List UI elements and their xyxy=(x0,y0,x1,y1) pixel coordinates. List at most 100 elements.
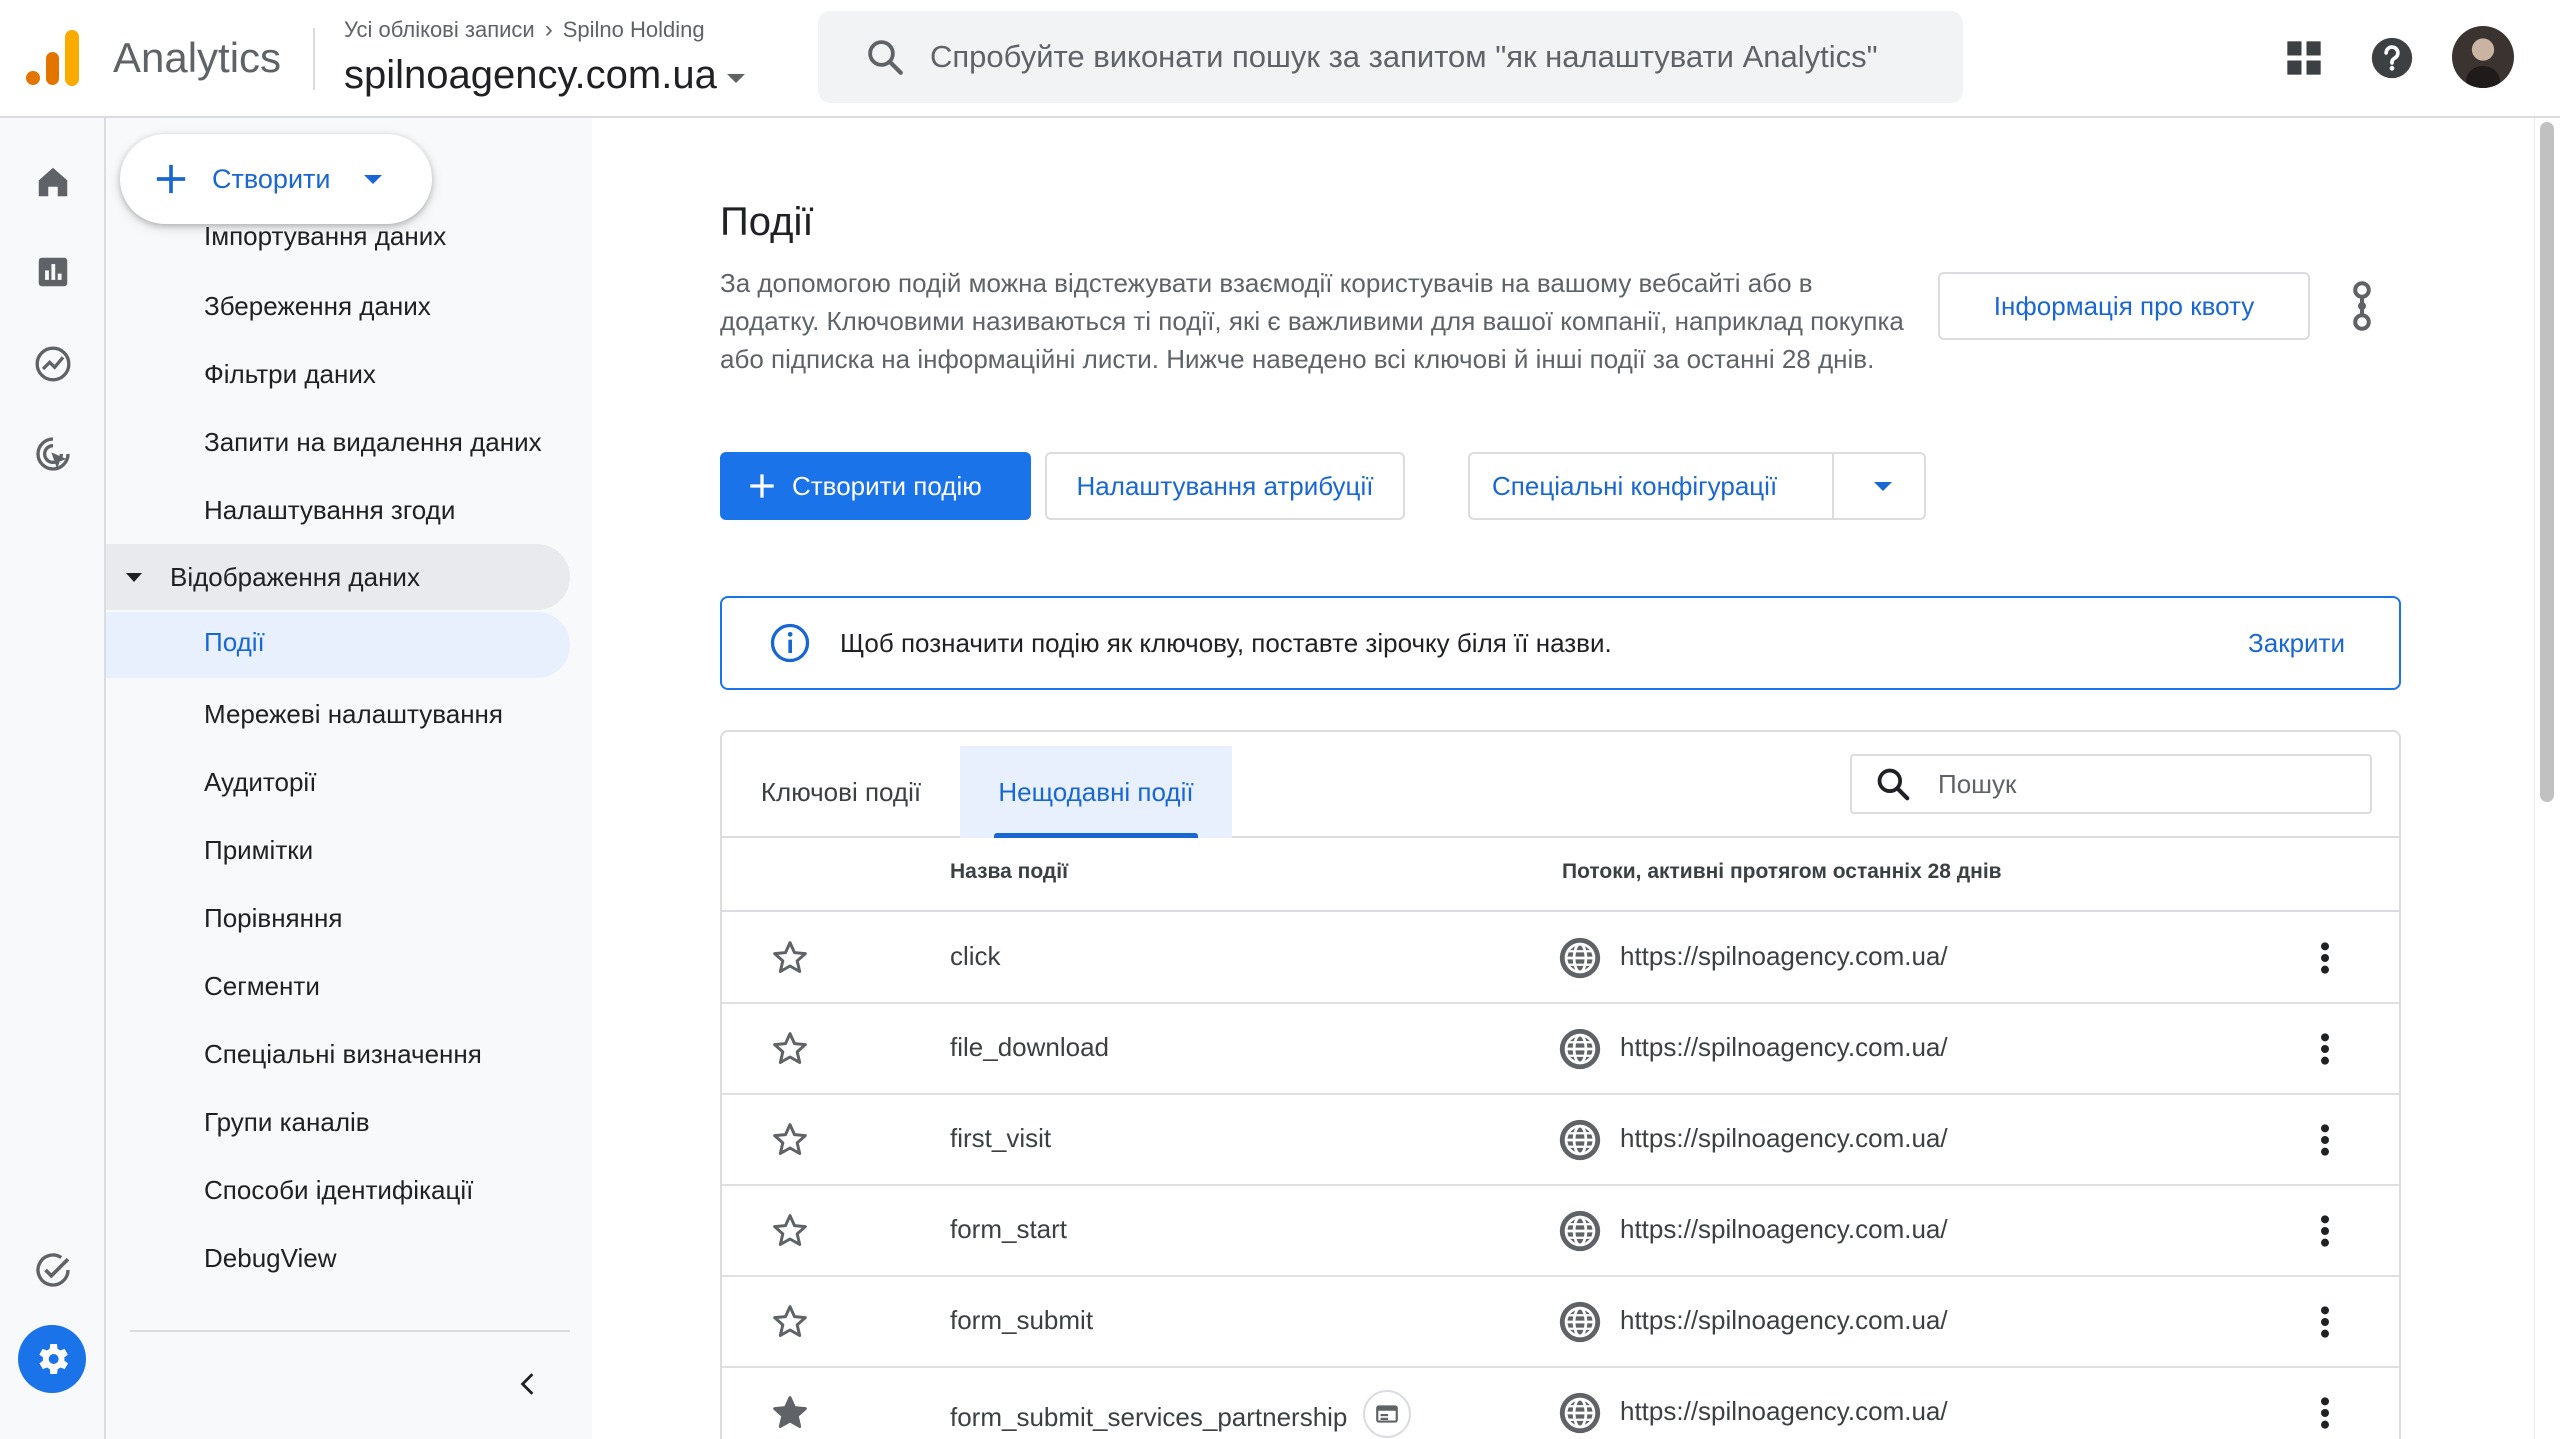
row-more-vert-icon[interactable] xyxy=(2310,1300,2340,1344)
custom-config-button[interactable]: Спеціальні конфігурації xyxy=(1468,452,1926,520)
nav-item-events-label: Події xyxy=(204,627,265,657)
page-title: Події xyxy=(720,200,814,244)
breadcrumb: Усі облікові записи › Spilno Holding xyxy=(344,14,745,46)
table-row[interactable]: form_submit_services_partnership https://… xyxy=(722,1369,2399,1439)
tab-key-events[interactable]: Ключові події xyxy=(722,746,960,838)
page-description: За допомогою подій можна відстежувати вз… xyxy=(720,268,1904,374)
attribution-settings-button[interactable]: Налаштування атрибуції xyxy=(1045,452,1405,520)
event-name[interactable]: file_download xyxy=(950,1032,1109,1063)
stream-url: https://spilnoagency.com.ua/ xyxy=(1620,941,1948,971)
create-button[interactable]: Створити xyxy=(120,134,432,224)
table-row[interactable]: file_download https://spilnoagency.com.ua… xyxy=(722,1005,2399,1095)
tab-recent-label: Нещодавні події xyxy=(998,776,1194,807)
banner-message: Щоб позначити подію як ключову, поставте… xyxy=(840,627,1612,658)
row-more-vert-icon[interactable] xyxy=(2310,936,2340,980)
nav-item-debugview[interactable]: DebugView xyxy=(204,1240,337,1276)
event-name-cell: first_visit xyxy=(950,1123,1051,1154)
admin-gear-icon[interactable] xyxy=(18,1325,86,1393)
chevron-down-icon[interactable] xyxy=(1874,482,1892,491)
table-row[interactable]: form_submit https://spilnoagency.com.ua/ xyxy=(722,1278,2399,1368)
property-selector[interactable]: spilnoagency.com.ua xyxy=(344,50,745,100)
apps-grid-icon[interactable] xyxy=(2276,30,2332,86)
event-name[interactable]: form_start xyxy=(950,1214,1067,1245)
breadcrumb-separator: › xyxy=(544,16,553,43)
account-picker[interactable]: Усі облікові записи › Spilno Holding spi… xyxy=(344,14,745,100)
stream-url: https://spilnoagency.com.ua/ xyxy=(1620,1032,1948,1062)
account-avatar[interactable] xyxy=(2452,26,2514,88)
row-more-vert-icon[interactable] xyxy=(2310,1027,2340,1071)
nav-item-reporting-identity[interactable]: Способи ідентифікації xyxy=(204,1172,473,1208)
analytics-logo-icon[interactable] xyxy=(26,30,80,86)
breadcrumb-account: Spilno Holding xyxy=(562,17,705,42)
nav-item-events[interactable]: Події xyxy=(106,612,570,678)
stream-url: https://spilnoagency.com.ua/ xyxy=(1620,1396,1948,1426)
scrollbar-thumb[interactable] xyxy=(2540,122,2554,802)
nav-item-network-settings[interactable]: Мережеві налаштування xyxy=(204,696,503,732)
event-name-cell: click xyxy=(950,941,1001,972)
table-header: Назва події Потоки, активні протягом ост… xyxy=(722,838,2399,912)
nav-item-channel-groups[interactable]: Групи каналів xyxy=(204,1104,370,1140)
configure-check-icon[interactable] xyxy=(27,1244,79,1296)
tab-recent-events[interactable]: Нещодавні події xyxy=(960,746,1232,838)
star-outline-icon[interactable] xyxy=(770,1211,810,1251)
custom-config-label: Спеціальні конфігурації xyxy=(1492,470,1778,501)
column-header-streams[interactable]: Потоки, активні протягом останніх 28 дні… xyxy=(1562,860,2002,884)
web-stream-globe-icon xyxy=(1559,1119,1601,1161)
event-name-cell: form_start xyxy=(950,1214,1067,1245)
star-filled-icon[interactable] xyxy=(770,1393,810,1433)
quota-info-button[interactable]: Інформація про квоту xyxy=(1938,272,2310,340)
header-divider xyxy=(313,28,315,90)
star-outline-icon[interactable] xyxy=(770,938,810,978)
event-name[interactable]: click xyxy=(950,941,1001,972)
top-app-bar: Analytics Усі облікові записи › Spilno H… xyxy=(0,0,2560,118)
table-search-input[interactable] xyxy=(1938,768,2338,800)
info-banner: Щоб позначити подію як ключову, поставте… xyxy=(720,596,2401,690)
nav-section-data-display[interactable]: Відображення даних xyxy=(106,544,570,610)
star-outline-icon[interactable] xyxy=(770,1120,810,1160)
event-name[interactable]: form_submit xyxy=(950,1305,1093,1336)
web-stream-globe-icon xyxy=(1559,937,1601,979)
nav-item-data-deletion[interactable]: Запити на видалення даних xyxy=(204,424,542,460)
more-options-icon[interactable] xyxy=(2342,278,2382,334)
event-name[interactable]: first_visit xyxy=(950,1123,1051,1154)
table-row[interactable]: click https://spilnoagency.com.ua/ xyxy=(722,914,2399,1004)
split-divider xyxy=(1832,454,1834,518)
global-search-input[interactable] xyxy=(930,39,1930,75)
expand-arrow-icon xyxy=(126,572,142,582)
explore-icon[interactable] xyxy=(27,338,79,390)
nav-item-data-retention[interactable]: Збереження даних xyxy=(204,288,431,324)
table-row[interactable]: form_start https://spilnoagency.com.ua/ xyxy=(722,1187,2399,1277)
row-more-vert-icon[interactable] xyxy=(2310,1209,2340,1253)
reports-icon[interactable] xyxy=(27,246,79,298)
plus-icon xyxy=(156,164,186,194)
row-more-vert-icon[interactable] xyxy=(2310,1391,2340,1435)
collapse-nav-chevron-icon[interactable] xyxy=(506,1362,550,1406)
nav-item-comparisons[interactable]: Порівняння xyxy=(204,900,342,936)
nav-item-segments[interactable]: Сегменти xyxy=(204,968,320,1004)
nav-item-annotations[interactable]: Примітки xyxy=(204,832,313,868)
table-row[interactable]: first_visit https://spilnoagency.com.ua/ xyxy=(722,1096,2399,1186)
table-search[interactable] xyxy=(1850,754,2372,814)
banner-close-link[interactable]: Закрити xyxy=(2248,628,2345,659)
create-event-label: Створити подію xyxy=(792,470,982,501)
advertising-icon[interactable] xyxy=(27,428,79,480)
create-event-button[interactable]: Створити подію xyxy=(720,452,1031,520)
stream-url: https://spilnoagency.com.ua/ xyxy=(1620,1305,1948,1335)
breadcrumb-all-accounts: Усі облікові записи xyxy=(344,17,535,42)
column-header-event-name[interactable]: Назва події xyxy=(950,860,1068,884)
event-name-cell: file_download xyxy=(950,1032,1109,1063)
nav-item-custom-definitions[interactable]: Спеціальні визначення xyxy=(204,1036,482,1072)
global-search[interactable] xyxy=(818,11,1963,103)
star-outline-icon[interactable] xyxy=(770,1302,810,1342)
row-more-vert-icon[interactable] xyxy=(2310,1118,2340,1162)
event-name-cell: form_submit_services_partnership xyxy=(950,1390,1412,1438)
home-icon[interactable] xyxy=(27,156,79,208)
stream-url: https://spilnoagency.com.ua/ xyxy=(1620,1214,1948,1244)
nav-item-data-filters[interactable]: Фільтри даних xyxy=(204,356,376,392)
star-outline-icon[interactable] xyxy=(770,1029,810,1069)
nav-item-audiences[interactable]: Аудиторії xyxy=(204,764,316,800)
web-stream-globe-icon xyxy=(1559,1301,1601,1343)
event-name[interactable]: form_submit_services_partnership xyxy=(950,1402,1347,1433)
help-icon[interactable] xyxy=(2364,30,2420,86)
nav-item-consent-settings[interactable]: Налаштування згоди xyxy=(204,492,455,528)
